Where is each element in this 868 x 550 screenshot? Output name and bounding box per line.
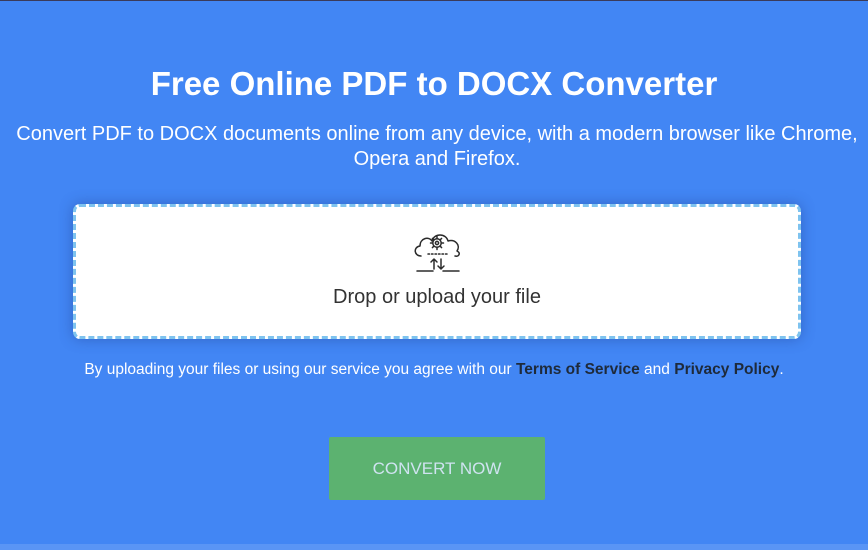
notice-middle: and (639, 361, 675, 378)
convert-now-button[interactable]: CONVERT NOW (329, 437, 545, 500)
footer-strip (0, 544, 868, 550)
dropzone-label: Drop or upload your file (333, 286, 541, 308)
terms-of-service-link[interactable]: Terms of Service (516, 361, 640, 378)
privacy-policy-link[interactable]: Privacy Policy (674, 361, 779, 378)
file-dropzone[interactable]: Drop or upload your file (73, 204, 801, 339)
page-subtitle: Convert PDF to DOCX documents online fro… (16, 123, 858, 170)
notice-suffix: . (779, 361, 784, 378)
notice-prefix: By uploading your files or using our ser… (84, 361, 516, 378)
terms-notice: By uploading your files or using our ser… (0, 361, 868, 379)
page-title: Free Online PDF to DOCX Converter (150, 65, 718, 102)
cloud-gear-upload-icon (414, 234, 460, 272)
